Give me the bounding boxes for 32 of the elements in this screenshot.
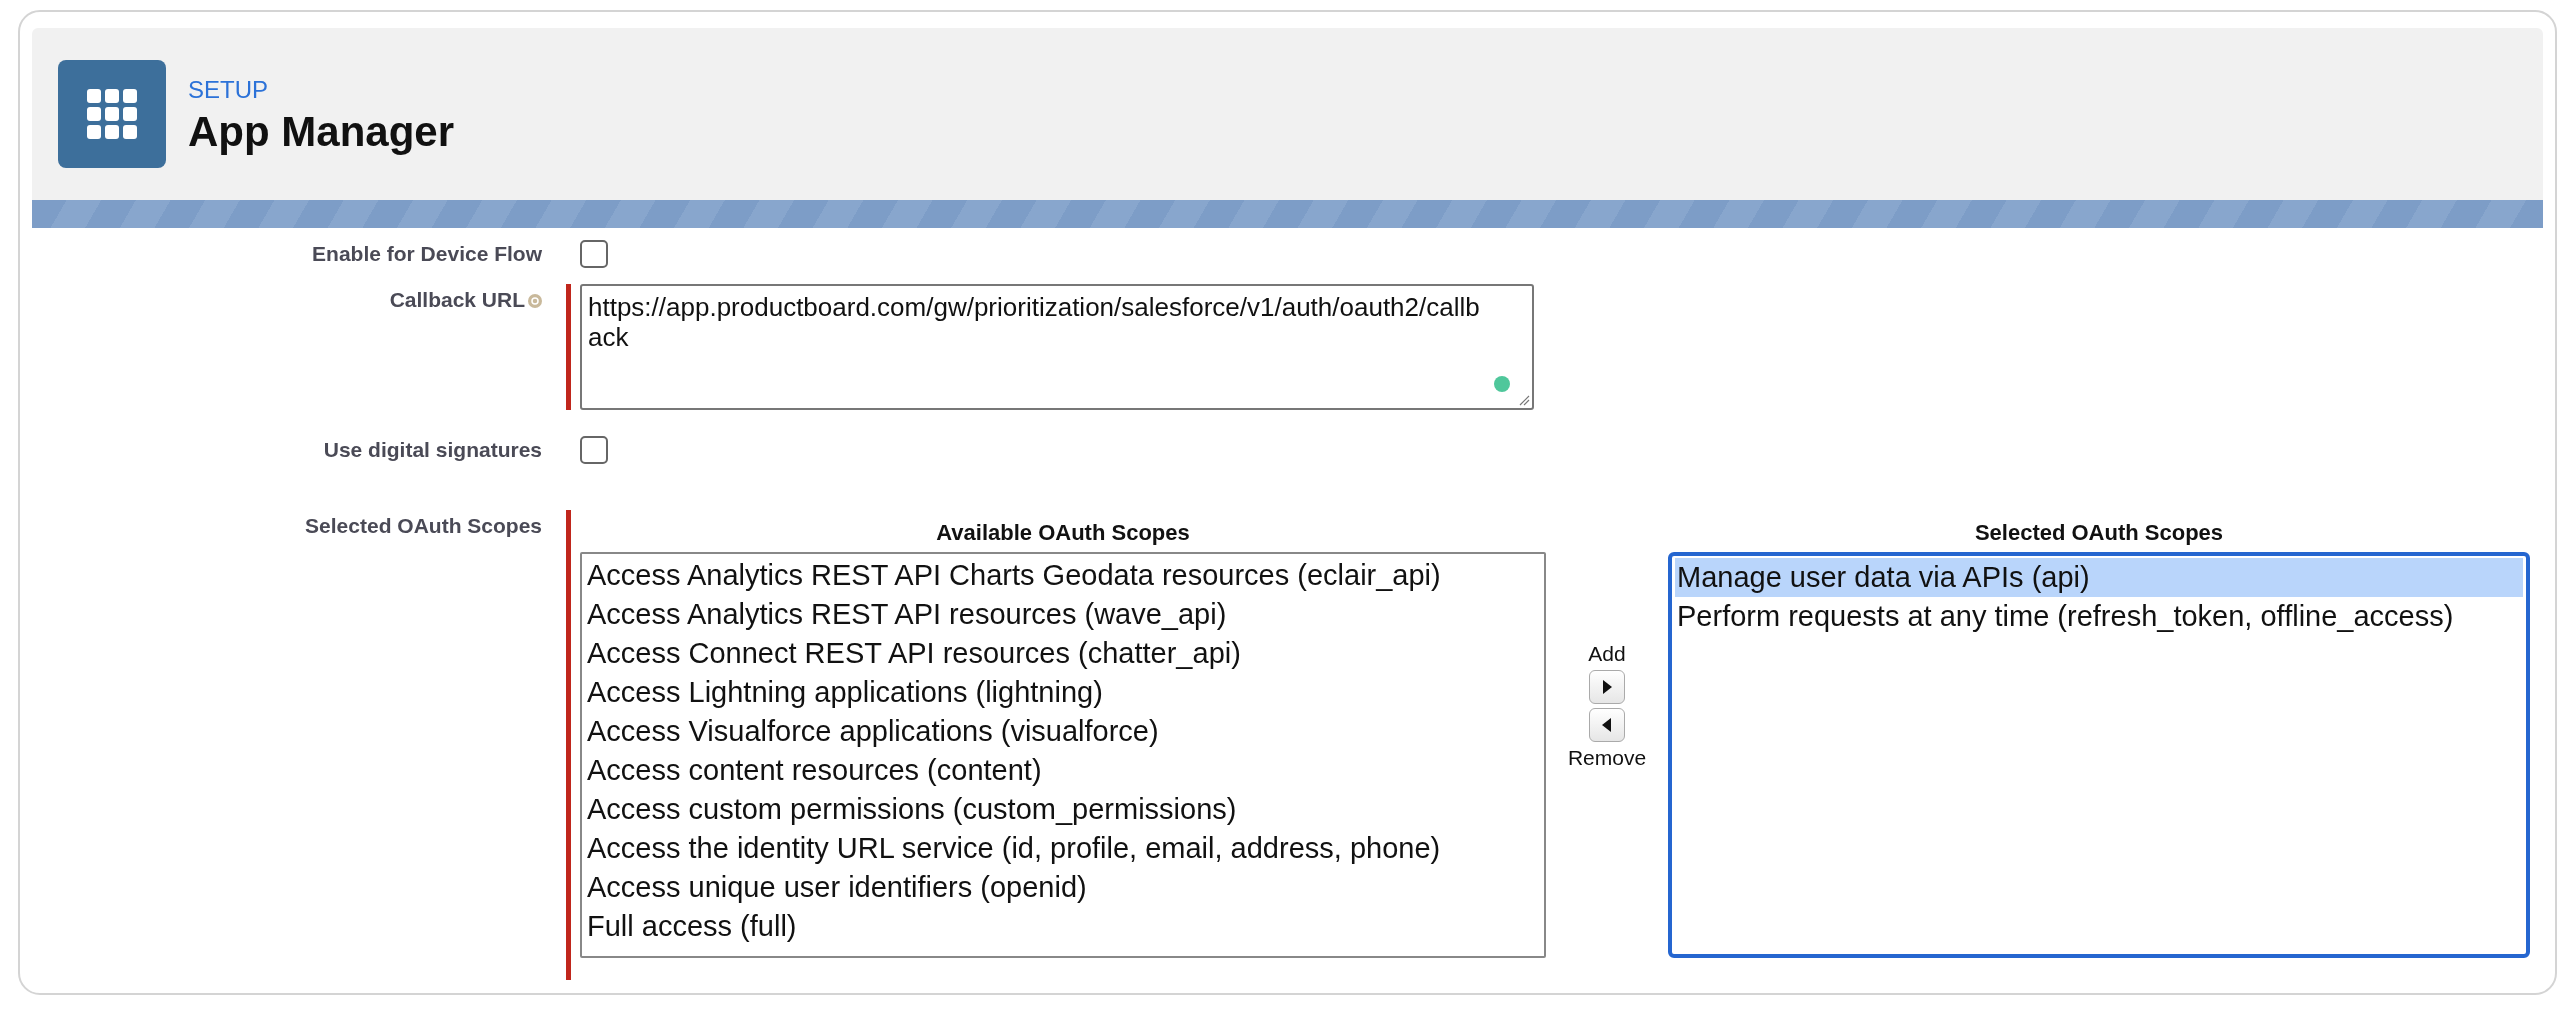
breadcrumb: SETUP [188, 76, 269, 104]
field-label: Enable for Device Flow [312, 242, 542, 266]
list-option[interactable]: Access Lightning applications (lightning) [585, 673, 1541, 712]
list-option[interactable]: Access content resources (content) [585, 751, 1541, 790]
field-label: Selected OAuth Scopes [305, 514, 542, 538]
list-option[interactable]: Access Connect REST API resources (chatter_api) [585, 634, 1541, 673]
resize-handle-icon[interactable] [1518, 394, 1530, 406]
list-option[interactable]: Access Analytics REST API resources (wave_api) [585, 595, 1541, 634]
checkbox[interactable] [580, 436, 608, 464]
list-option[interactable]: Access Analytics REST API Charts Geodata resources (eclair_api) [585, 556, 1541, 595]
list-option[interactable]: Perform requests at any time (refresh_token, offline_access) [1675, 597, 2523, 636]
list-option[interactable]: Access Visualforce applications (visualforce) [585, 712, 1541, 751]
list-option[interactable]: Access unique user identifiers (openid) [585, 868, 1541, 907]
field-label: Use digital signatures [323, 438, 542, 462]
add-label: Add [1588, 642, 1626, 666]
remove-button[interactable] [1589, 708, 1625, 742]
remove-label: Remove [1567, 746, 1647, 770]
list-option[interactable]: Full access (full) [585, 907, 1541, 946]
list-option[interactable]: Manage user data via APIs (api) [1675, 558, 2523, 597]
list-heading: Selected OAuth Scopes [1974, 520, 2224, 546]
callback-url-field[interactable]: https://app.productboard.com/gw/prioritization/salesforce/v1/auth/oauth2/callback [580, 284, 1534, 410]
list-option[interactable]: Access custom permissions (custom_permissions) [585, 790, 1541, 829]
left-triangle-icon [1602, 718, 1612, 732]
right-triangle-icon [1602, 680, 1612, 694]
checkbox[interactable] [580, 240, 608, 268]
list-option[interactable]: Access the identity URL service (id, profile, email, address, phone) [585, 829, 1541, 868]
page-title: App Manager [188, 108, 455, 156]
field-label: Callback URL [389, 288, 525, 312]
add-button[interactable] [1589, 670, 1625, 704]
app-grid-icon [58, 60, 166, 168]
status-dot-icon [1494, 376, 1510, 392]
list-heading: Available OAuth Scopes [936, 520, 1190, 546]
